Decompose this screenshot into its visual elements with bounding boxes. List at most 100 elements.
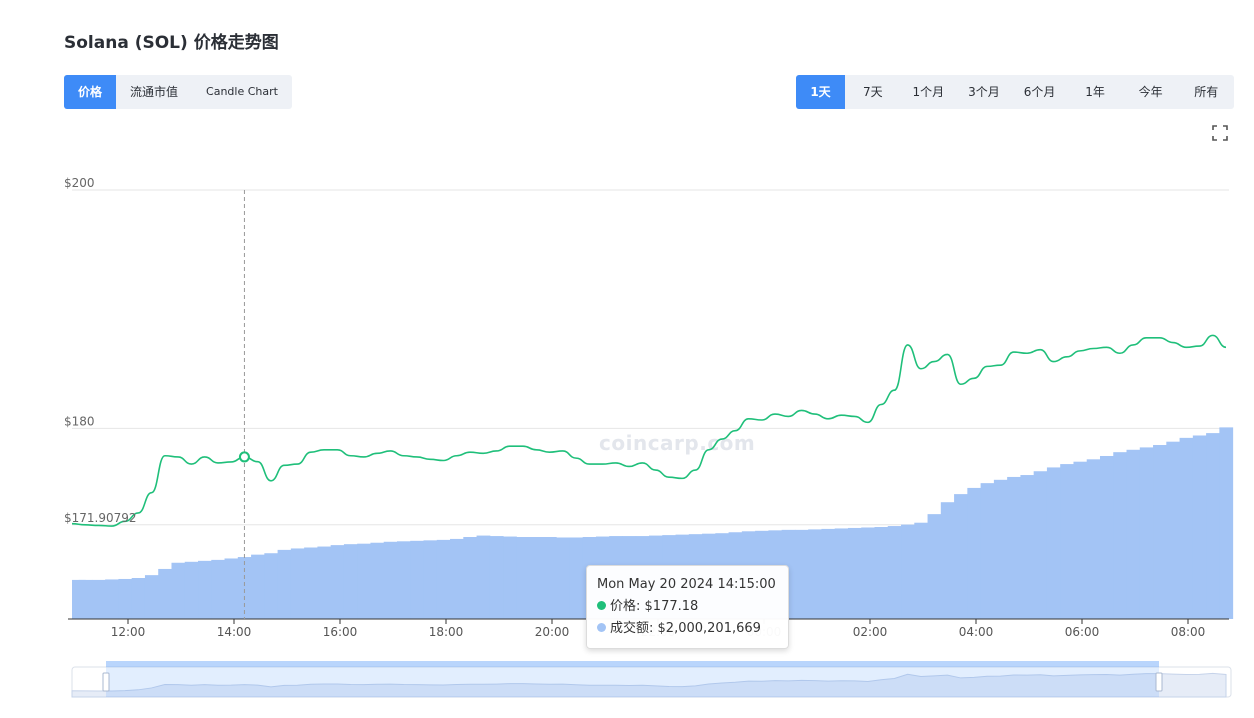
x-tick-label: 16:00 [323, 625, 358, 639]
x-tick-label: 12:00 [111, 625, 146, 639]
volume-bar [343, 544, 358, 619]
volume-bar [251, 554, 265, 619]
tooltip-volume-value: $2,000,201,669 [657, 621, 761, 636]
volume-bar [821, 528, 836, 619]
volume-bar [887, 526, 902, 619]
volume-bar [330, 545, 345, 619]
volume-bar [954, 494, 968, 619]
volume-bar [1086, 459, 1101, 619]
volume-bar [91, 579, 106, 619]
volume-bar [304, 547, 318, 619]
volume-bar [1153, 445, 1167, 619]
tooltip-datetime: Mon May 20 2024 14:15:00 [597, 577, 776, 592]
highlight-point [238, 451, 250, 463]
volume-bar [1219, 427, 1234, 619]
volume-bar [1139, 447, 1154, 619]
volume-bar [131, 578, 146, 619]
volume-bar [78, 579, 93, 619]
volume-bar [1046, 467, 1061, 619]
volume-bar [529, 537, 544, 619]
volume-bar [1113, 452, 1128, 619]
volume-bar [1033, 471, 1048, 619]
volume-bar [118, 578, 133, 619]
volume-bar [1099, 455, 1114, 619]
volume-bar [516, 537, 531, 619]
tooltip-price-row: 价格: $177.18 [597, 596, 778, 618]
volume-bar [290, 548, 305, 619]
volume-bar [396, 541, 411, 619]
volume-bar [901, 524, 915, 619]
volume-bar [423, 540, 438, 619]
volume-bar [1007, 476, 1021, 619]
volume-bar [1073, 461, 1088, 619]
volume-bar [357, 543, 371, 619]
volume-bar [794, 529, 809, 619]
volume-bar [171, 562, 186, 619]
x-tick-label: 20:00 [535, 625, 570, 639]
volume-bar [317, 546, 332, 619]
volume-bar [476, 535, 491, 619]
volume-bar [967, 487, 982, 619]
tooltip-price-value: $177.18 [644, 599, 699, 614]
volume-bar [410, 540, 425, 619]
volume-bar [914, 522, 929, 619]
tooltip-price-label: 价格: [610, 599, 641, 614]
volume-bar [1192, 435, 1207, 619]
volume-legend-dot [597, 623, 606, 632]
volume-bar [940, 502, 955, 619]
volume-bar [370, 542, 385, 619]
price-legend-dot [597, 601, 606, 610]
tooltip-volume-row: 成交额: $2,000,201,669 [597, 618, 778, 640]
x-tick-label: 02:00 [853, 625, 888, 639]
volume-bar [198, 560, 212, 619]
y-tick-label: $200 [64, 176, 95, 190]
volume-bar [542, 537, 557, 619]
volume-bar [158, 568, 172, 619]
volume-bar [436, 539, 451, 619]
x-tick-label: 06:00 [1065, 625, 1100, 639]
crosshair [238, 190, 250, 619]
volume-bar [569, 537, 584, 619]
volume-bar [144, 575, 159, 619]
volume-bar [556, 537, 570, 619]
volume-bar [980, 483, 995, 619]
volume-bar [489, 536, 504, 619]
volume-bar [237, 557, 252, 619]
y-tick-label: $180 [64, 414, 95, 428]
volume-bar [1166, 441, 1181, 619]
volume-bar [503, 536, 517, 619]
volume-bar [1179, 437, 1194, 619]
y-axis-labels: $200 $180 $171.90792 [64, 176, 137, 525]
volume-bar [1126, 449, 1141, 619]
volume-bar [861, 527, 875, 619]
x-tick-label: 14:00 [217, 625, 252, 639]
volume-bar [808, 529, 822, 619]
volume-bar [264, 553, 279, 619]
navigator-right-handle[interactable] [1155, 672, 1163, 692]
volume-bar [277, 549, 292, 619]
volume-bar [224, 558, 239, 619]
volume-bar [874, 527, 889, 619]
volume-bar [1020, 475, 1035, 619]
x-tick-label: 18:00 [429, 625, 464, 639]
volume-bar [927, 514, 942, 619]
volume-bar [1206, 433, 1220, 619]
navigator-drag-bar [106, 661, 1159, 667]
volume-bar [184, 561, 199, 619]
volume-bar [1060, 464, 1074, 619]
volume-bar [993, 479, 1008, 619]
y-tick-label: $171.90792 [64, 511, 137, 525]
x-tick-label: 08:00 [1171, 625, 1206, 639]
volume-bar [383, 541, 398, 619]
volume-bar [847, 527, 862, 619]
volume-bar [105, 579, 119, 619]
tooltip-volume-label: 成交额: [610, 621, 654, 636]
data-tooltip: Mon May 20 2024 14:15:00 价格: $177.18 成交额… [586, 565, 789, 649]
volume-bar [450, 538, 464, 619]
volume-bar [834, 528, 849, 619]
x-tick-label: 04:00 [959, 625, 994, 639]
volume-bar [463, 537, 478, 619]
volume-bar [211, 559, 226, 619]
range-navigator [71, 661, 1232, 698]
navigator-left-handle[interactable] [102, 672, 110, 692]
